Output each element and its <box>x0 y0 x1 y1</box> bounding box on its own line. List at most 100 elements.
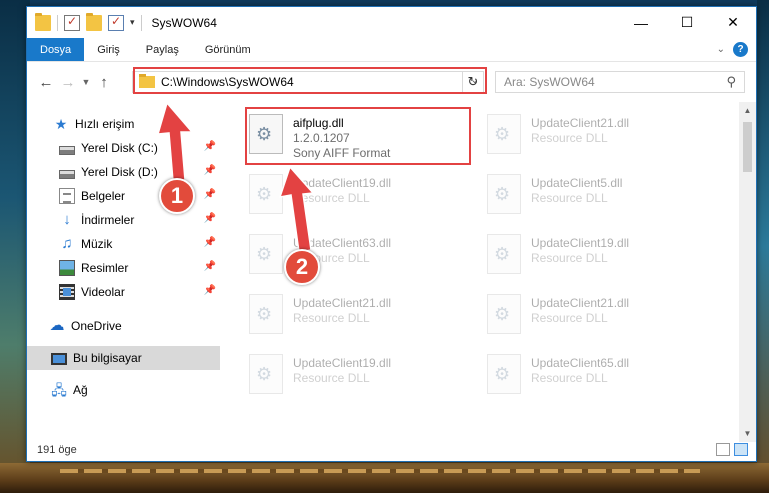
file-name: UpdateClient21.dll <box>531 116 630 130</box>
file-description: Resource DLL <box>531 191 608 205</box>
drive-icon <box>59 169 75 179</box>
file-name: UpdateClient19.dll <box>293 356 392 370</box>
music-icon: ♫ <box>61 235 73 252</box>
file-description: Sony AIFF Format <box>293 146 391 160</box>
tab-giris[interactable]: Giriş <box>84 38 133 61</box>
scroll-up-icon[interactable]: ▲ <box>739 102 756 119</box>
maximize-button[interactable]: ☐ <box>664 7 710 38</box>
address-bar[interactable]: C:\Windows\SysWOW64 ⌄ <box>132 71 484 93</box>
file-details: UpdateClient21.dll Resource DLL <box>531 294 629 326</box>
dll-file-icon <box>487 234 521 274</box>
sidebar-item-local-disk-d[interactable]: Yerel Disk (D:) 📌 <box>27 160 220 184</box>
network-icon: 🖧 <box>51 382 67 398</box>
tab-paylas[interactable]: Paylaş <box>133 38 192 61</box>
step-badge-1: 1 <box>159 178 195 214</box>
pin-icon[interactable]: 📌 <box>204 261 216 272</box>
dll-file-icon <box>487 294 521 334</box>
sidebar-item-music[interactable]: ♫ Müzik 📌 <box>27 232 220 256</box>
search-input[interactable]: Ara: SysWOW64 ⚲ <box>495 71 745 93</box>
file-item[interactable]: UpdateClient21.dll Resource DLL <box>487 294 707 346</box>
sidebar-item-videos[interactable]: Videolar 📌 <box>27 280 220 304</box>
pin-icon[interactable]: 📌 <box>204 141 216 152</box>
pin-icon[interactable]: 📌 <box>204 237 216 248</box>
file-name: UpdateClient21.dll <box>293 296 392 310</box>
file-item-aifplug[interactable]: aifplug.dll 1.2.0.1207 Sony AIFF Format <box>249 114 469 166</box>
vertical-scrollbar[interactable]: ▲ ▼ <box>739 102 756 442</box>
dll-file-icon <box>249 294 283 334</box>
sidebar-item-network[interactable]: 🖧 Ağ <box>27 378 220 402</box>
search-icon[interactable]: ⚲ <box>726 74 736 90</box>
dll-file-icon <box>249 114 283 154</box>
sidebar-item-label: Bu bilgisayar <box>73 351 142 365</box>
file-details: UpdateClient5.dll Resource DLL <box>531 174 622 206</box>
refresh-button[interactable]: ↻ <box>462 71 484 93</box>
title-bar: ▾ SysWOW64 — ☐ ✕ <box>27 7 756 38</box>
sidebar-item-downloads[interactable]: ↓ İndirmeler 📌 <box>27 208 220 232</box>
drive-icon <box>59 145 75 155</box>
view-toggle <box>716 443 748 456</box>
minimize-button[interactable]: — <box>618 7 664 38</box>
properties-icon[interactable] <box>64 14 80 31</box>
chevron-down-icon[interactable]: ▾ <box>130 17 135 28</box>
file-name: aifplug.dll <box>293 116 344 130</box>
file-item[interactable]: UpdateClient21.dll Resource DLL <box>487 114 707 166</box>
search-placeholder: Ara: SysWOW64 <box>504 75 595 89</box>
desktop-background-bottom <box>0 463 769 493</box>
file-item[interactable]: UpdateClient19.dll Resource DLL <box>249 354 469 406</box>
new-folder-icon[interactable] <box>86 12 102 31</box>
file-item[interactable]: UpdateClient63.dll Resource DLL <box>249 234 469 286</box>
close-button[interactable]: ✕ <box>710 7 756 38</box>
dll-file-icon <box>249 234 283 274</box>
pin-icon[interactable]: 📌 <box>204 189 216 200</box>
customize-toolbar-icon[interactable] <box>108 14 124 31</box>
file-details: UpdateClient21.dll Resource DLL <box>293 294 391 326</box>
this-pc-icon <box>51 353 67 365</box>
pin-icon[interactable]: 📌 <box>204 165 216 176</box>
file-item[interactable]: UpdateClient19.dll Resource DLL <box>487 234 707 286</box>
file-item[interactable]: UpdateClient65.dll Resource DLL <box>487 354 707 406</box>
sidebar-item-quick-access[interactable]: ★ Hızlı erişim <box>27 112 220 136</box>
documents-icon <box>59 188 75 204</box>
address-path[interactable]: C:\Windows\SysWOW64 <box>161 75 294 89</box>
file-item[interactable]: UpdateClient5.dll Resource DLL <box>487 174 707 226</box>
expand-ribbon-icon[interactable]: ⌄ <box>717 44 725 55</box>
file-description: Resource DLL <box>293 371 370 385</box>
pin-icon[interactable]: 📌 <box>204 285 216 296</box>
item-count: 191 öge <box>37 444 77 456</box>
back-arrow-icon[interactable]: ← <box>35 74 57 91</box>
onedrive-icon: ☁ <box>49 317 65 334</box>
tab-gorunum[interactable]: Görünüm <box>192 38 264 61</box>
file-details: UpdateClient65.dll Resource DLL <box>531 354 629 386</box>
sidebar-item-label: Yerel Disk (C:) <box>81 141 158 155</box>
folder-icon <box>35 12 51 31</box>
sidebar-item-local-disk-c[interactable]: Yerel Disk (C:) 📌 <box>27 136 220 160</box>
large-icons-view-icon[interactable] <box>734 443 748 456</box>
up-arrow-icon[interactable]: ↑ <box>93 74 115 91</box>
quick-access-toolbar: ▾ <box>27 12 142 31</box>
details-view-icon[interactable] <box>716 443 730 456</box>
pin-icon[interactable]: 📌 <box>204 213 216 224</box>
window-title: SysWOW64 <box>151 15 217 30</box>
help-icon[interactable]: ? <box>733 42 748 57</box>
sidebar-item-this-pc[interactable]: Bu bilgisayar <box>27 346 220 370</box>
file-description: Resource DLL <box>531 371 608 385</box>
toolbar-divider <box>57 14 58 31</box>
file-description: Resource DLL <box>293 191 370 205</box>
file-item[interactable]: UpdateClient21.dll Resource DLL <box>249 294 469 346</box>
scrollbar-thumb[interactable] <box>743 122 752 172</box>
file-details: UpdateClient19.dll Resource DLL <box>293 174 391 206</box>
sidebar-item-onedrive[interactable]: ☁ OneDrive <box>27 314 220 338</box>
sidebar-item-label: OneDrive <box>71 319 122 333</box>
file-explorer-window: ▾ SysWOW64 — ☐ ✕ Dosya Giriş Paylaş Görü… <box>26 6 757 462</box>
sidebar-item-pictures[interactable]: Resimler 📌 <box>27 256 220 280</box>
dll-file-icon <box>487 174 521 214</box>
star-icon: ★ <box>54 116 68 132</box>
recent-locations-chevron-icon[interactable]: ▼ <box>79 77 93 87</box>
tab-dosya[interactable]: Dosya <box>27 38 85 61</box>
file-details: aifplug.dll 1.2.0.1207 Sony AIFF Format <box>293 114 390 161</box>
forward-arrow-icon[interactable]: → <box>57 74 79 91</box>
file-name: UpdateClient65.dll <box>531 356 630 370</box>
status-bar: 191 öge <box>27 439 756 461</box>
sidebar-item-label: Müzik <box>81 237 113 251</box>
file-item[interactable]: UpdateClient19.dll Resource DLL <box>249 174 469 226</box>
